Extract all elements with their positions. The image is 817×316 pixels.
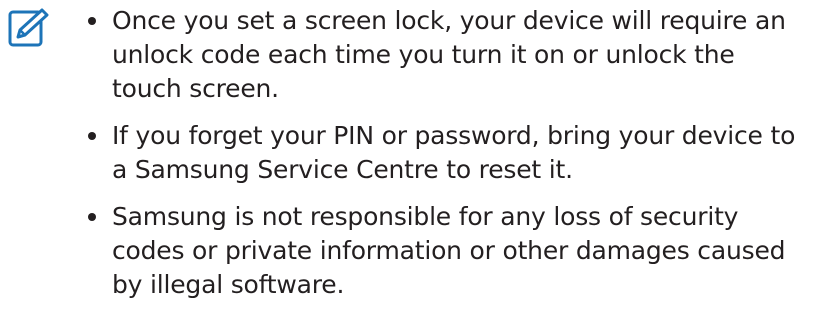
note-pencil-icon	[8, 8, 49, 47]
list-item: If you forget your PIN or password, brin…	[88, 119, 810, 187]
bullet-icon	[88, 132, 96, 140]
list-item: Samsung is not responsible for any loss …	[88, 200, 810, 302]
list-item-text: If you forget your PIN or password, brin…	[112, 121, 796, 184]
list-item-text: Once you set a screen lock, your device …	[112, 6, 786, 103]
note-list: Once you set a screen lock, your device …	[88, 4, 810, 315]
list-item: Once you set a screen lock, your device …	[88, 4, 810, 106]
bullet-icon	[88, 213, 96, 221]
list-item-text: Samsung is not responsible for any loss …	[112, 202, 786, 299]
bullet-icon	[88, 17, 96, 25]
